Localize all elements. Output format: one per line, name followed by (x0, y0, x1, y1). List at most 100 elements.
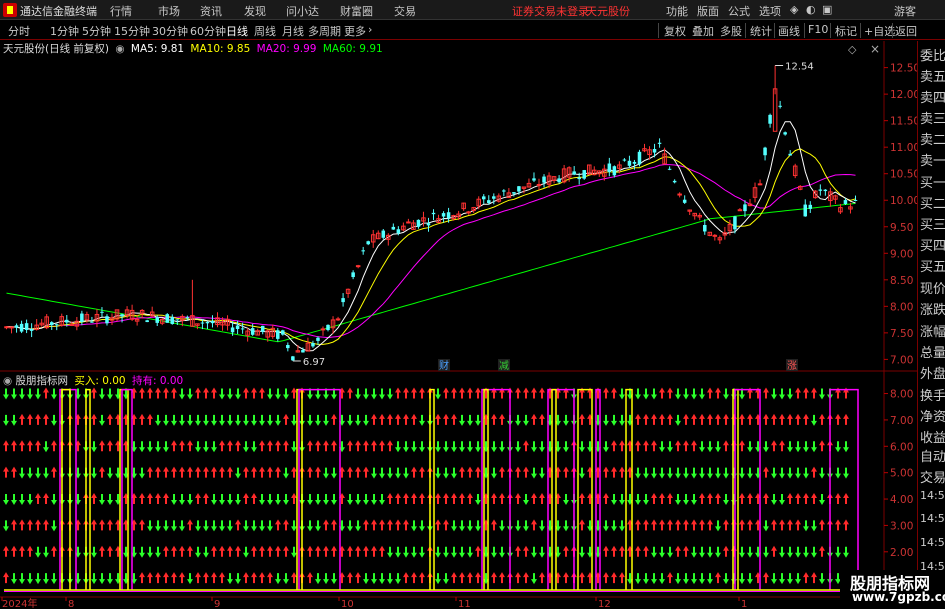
down-arrow (147, 520, 153, 532)
up-arrow (395, 413, 401, 425)
up-arrow (739, 440, 745, 452)
down-arrow (603, 441, 609, 453)
up-arrow (419, 572, 425, 584)
down-arrow (467, 441, 473, 453)
low-label: 6.97 (303, 357, 325, 368)
candle-body-down (818, 189, 823, 191)
down-arrow (435, 467, 441, 479)
down-arrow (667, 546, 673, 558)
down-arrow (811, 414, 817, 426)
up-arrow (611, 466, 617, 478)
up-arrow (99, 545, 105, 557)
down-arrow (739, 467, 745, 479)
down-arrow (715, 467, 721, 479)
up-arrow (699, 413, 705, 425)
up-arrow (27, 440, 33, 452)
down-arrow (435, 441, 441, 453)
down-arrow (435, 573, 441, 585)
down-arrow (691, 388, 697, 400)
up-arrow (691, 440, 697, 452)
settings-circle-icon[interactable]: ◉ (115, 43, 124, 55)
down-arrow (443, 573, 449, 585)
up-arrow (723, 545, 729, 557)
candle-body-down (542, 176, 546, 183)
up-arrow (691, 519, 697, 531)
up-arrow (179, 466, 185, 478)
up-arrow (763, 387, 769, 399)
up-arrow (235, 519, 241, 531)
down-arrow (779, 388, 785, 400)
down-arrow (619, 494, 625, 506)
diamond-icon[interactable]: ◇ (848, 43, 856, 56)
signal-pulse (551, 388, 557, 591)
up-arrow (635, 413, 641, 425)
down-arrow (531, 441, 537, 453)
up-arrow (659, 413, 665, 425)
up-arrow (179, 545, 185, 557)
up-arrow (667, 572, 673, 584)
up-arrow (651, 493, 657, 505)
chart-svg[interactable]: 12.5012.0011.5011.0010.5010.009.509.008.… (0, 0, 945, 609)
down-arrow (619, 520, 625, 532)
down-arrow (147, 546, 153, 558)
side-item-19: 自动 (920, 450, 945, 465)
candle-body-down (361, 250, 365, 252)
candle-body-down (637, 151, 642, 165)
up-arrow (147, 413, 153, 425)
candle-body-down (487, 200, 491, 204)
up-arrow (275, 545, 281, 557)
down-arrow (235, 467, 241, 479)
up-arrow (35, 413, 41, 425)
down-arrow (363, 414, 369, 426)
down-arrow (635, 494, 641, 506)
up-arrow (251, 572, 257, 584)
down-arrow (251, 441, 257, 453)
down-arrow (179, 388, 185, 400)
down-arrow (707, 467, 713, 479)
down-arrow (723, 494, 729, 506)
down-arrow (475, 494, 481, 506)
up-arrow (387, 519, 393, 531)
candle-body-down (19, 323, 24, 332)
up-arrow (803, 413, 809, 425)
up-arrow (3, 440, 9, 452)
up-arrow (723, 519, 729, 531)
up-arrow (539, 572, 545, 584)
up-arrow (347, 387, 353, 399)
up-arrow (811, 493, 817, 505)
down-arrow (403, 441, 409, 453)
up-arrow (171, 466, 177, 478)
up-arrow (459, 572, 465, 584)
up-arrow (355, 545, 361, 557)
up-arrow (307, 440, 313, 452)
indicator-settings-icon[interactable]: ◉ (3, 375, 12, 387)
candle-body-down (185, 317, 190, 319)
up-arrow (243, 572, 249, 584)
up-arrow (467, 466, 473, 478)
candle-body-down (281, 330, 285, 335)
down-arrow (659, 441, 665, 453)
up-arrow (667, 413, 673, 425)
up-arrow (635, 519, 641, 531)
candle-body-down (853, 199, 858, 201)
side-item-23: 14:56 (920, 536, 945, 549)
up-arrow (475, 545, 481, 557)
up-arrow (579, 413, 585, 425)
up-arrow (619, 466, 625, 478)
main-chart-title: 天元股份(日线 前复权) ◉ MA5: 9.81 MA10: 9.85 MA20… (3, 41, 386, 57)
up-arrow (763, 572, 769, 584)
up-arrow (795, 493, 801, 505)
up-arrow (443, 413, 449, 425)
up-arrow (811, 387, 817, 399)
down-arrow (307, 414, 313, 426)
up-arrow (27, 413, 33, 425)
up-arrow (315, 440, 321, 452)
down-arrow (51, 388, 57, 400)
down-arrow (163, 441, 169, 453)
down-arrow (91, 467, 97, 479)
up-arrow (707, 387, 713, 399)
up-arrow (163, 545, 169, 557)
up-arrow (347, 572, 353, 584)
close-icon[interactable]: × (870, 42, 880, 56)
candle-body-up (320, 328, 326, 331)
